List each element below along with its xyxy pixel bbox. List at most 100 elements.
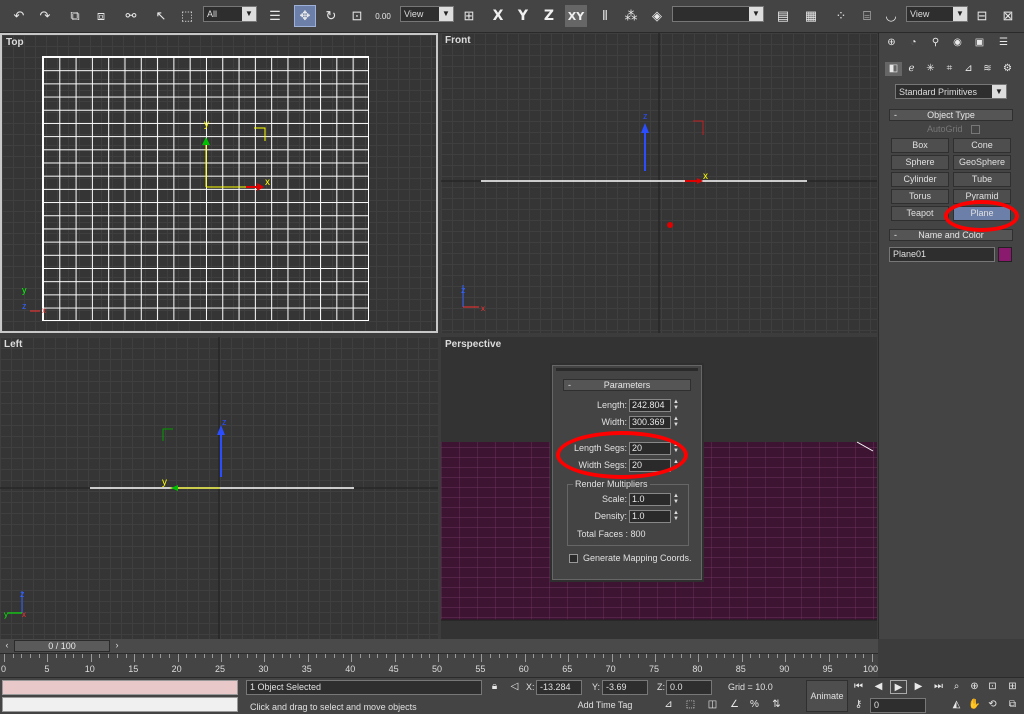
track-view-icon[interactable]: ▤ (772, 5, 794, 27)
autogrid-checkbox[interactable] (971, 125, 980, 134)
key-mode-icon[interactable]: ⚷ (850, 698, 867, 712)
play-icon[interactable]: ▶ (890, 680, 907, 694)
scale-field[interactable]: 1.0 (629, 493, 671, 506)
go-to-start-icon[interactable]: ⏮ (850, 680, 867, 694)
time-slider-bar[interactable]: ‹ 0 / 100 › (0, 639, 878, 653)
geosphere-button[interactable]: GeoSphere (953, 155, 1011, 170)
viewport-label[interactable]: Perspective (445, 339, 501, 350)
array-icon[interactable]: ⁂ (620, 5, 642, 27)
object-type-header[interactable]: - Object Type (889, 109, 1013, 121)
tube-button[interactable]: Tube (953, 172, 1011, 187)
spinner-snap-toggle-icon[interactable]: ⇅ (768, 698, 785, 712)
next-frame-icon[interactable]: › (112, 640, 122, 652)
y-coord-field[interactable]: -3.69 (602, 680, 648, 695)
category-dropdown[interactable]: Standard Primitives ▼ (895, 84, 1007, 99)
zoom-icon[interactable]: ⌕ (948, 680, 965, 694)
geometry-icon[interactable]: ◧ (885, 62, 902, 76)
hierarchy-tab-icon[interactable]: ⚲ (927, 36, 944, 50)
density-field[interactable]: 1.0 (629, 510, 671, 523)
render-type-dropdown[interactable]: View ▼ (906, 6, 968, 22)
cube-snap-icon[interactable]: ⬚ (682, 698, 699, 712)
cylinder-button[interactable]: Cylinder (891, 172, 949, 187)
torus-button[interactable]: Torus (891, 189, 949, 204)
restrict-y-button[interactable]: Y (512, 5, 534, 27)
create-tab-icon[interactable]: ⊕ (883, 36, 900, 50)
previous-key-icon[interactable]: ◀ (870, 680, 887, 694)
systems-icon[interactable]: ⚙ (999, 62, 1016, 76)
add-time-tag-button[interactable]: Add Time Tag (574, 698, 636, 713)
select-by-name-icon[interactable]: ☰ (264, 5, 286, 27)
restrict-z-button[interactable]: Z (538, 5, 560, 27)
material-editor-icon[interactable]: ⁘ (830, 5, 852, 27)
field-of-view-icon[interactable]: ◭ (948, 698, 965, 712)
angle-snap-icon[interactable]: ∠ (726, 698, 743, 712)
reference-coordinate-dropdown[interactable]: View ▼ (400, 6, 454, 22)
helpers-icon[interactable]: ⊿ (960, 62, 977, 76)
restrict-xy-button[interactable]: XY (565, 5, 587, 27)
cone-button[interactable]: Cone (953, 138, 1011, 153)
parameters-header[interactable]: - Parameters (563, 379, 691, 391)
box-button[interactable]: Box (891, 138, 949, 153)
redo-icon[interactable]: ↷ (34, 5, 56, 27)
left-viewport[interactable]: Left z y z y x (0, 337, 438, 639)
object-name-field[interactable]: Plane01 (889, 247, 995, 262)
front-viewport[interactable]: Front z x z x (441, 33, 877, 333)
generate-mapping-checkbox[interactable] (569, 554, 578, 563)
pivot-center-icon[interactable]: ⊞ (458, 5, 480, 27)
undo-icon[interactable]: ↶ (8, 5, 30, 27)
schematic-view-icon[interactable]: ▦ (800, 5, 822, 27)
select-and-link-icon[interactable]: ⧉ (64, 5, 86, 27)
top-viewport[interactable]: Top y x y z x (0, 33, 438, 333)
pan-icon[interactable]: ✋ (966, 698, 983, 712)
go-to-end-icon[interactable]: ⏭ (930, 680, 947, 694)
sphere-button[interactable]: Sphere (891, 155, 949, 170)
select-object-icon[interactable]: ↖ (150, 5, 172, 27)
length-spinner[interactable]: ▲ ▼ (672, 399, 680, 412)
time-slider-thumb[interactable]: 0 / 100 (14, 640, 110, 652)
previous-frame-icon[interactable]: ‹ (2, 640, 12, 652)
track-bar[interactable]: 0 5 10 15 20 25 30 35 40 45 50 55 60 65 70 75 80 85 90 95 10… (0, 653, 878, 677)
zoom-all-icon[interactable]: ⊕ (966, 680, 983, 694)
lights-icon[interactable]: ✳ (922, 62, 939, 76)
named-selection-dropdown[interactable]: ▼ (672, 6, 764, 22)
render-frame-icon[interactable]: ⊠ (997, 5, 1019, 27)
3d-snap-icon[interactable]: ◫ (704, 698, 721, 712)
select-and-rotate-icon[interactable]: ↻ (320, 5, 342, 27)
quick-render-icon[interactable]: ◡ (880, 5, 902, 27)
mirror-icon[interactable]: ⫴ (594, 5, 616, 27)
width-field[interactable]: 300.369 (629, 416, 671, 429)
width-spinner[interactable]: ▲ ▼ (672, 416, 680, 429)
current-frame-field[interactable]: 0 (870, 698, 926, 713)
select-and-scale-icon[interactable]: ⊡ (346, 5, 368, 27)
selection-filter-dropdown[interactable]: All ▼ (203, 6, 257, 22)
snap-spinner[interactable]: 0.00 (372, 5, 394, 27)
arc-rotate-icon[interactable]: ⟲ (984, 698, 1001, 712)
density-spinner[interactable]: ▲ ▼ (672, 510, 680, 523)
percent-snap-icon[interactable]: % (746, 698, 763, 712)
next-key-icon[interactable]: ▶ (910, 680, 927, 694)
region-select-icon[interactable]: ⬚ (176, 5, 198, 27)
motion-tab-icon[interactable]: ◉ (949, 36, 966, 50)
spinner-snap-icon[interactable]: ⊿ (660, 698, 677, 712)
length-field[interactable]: 242.804 (629, 399, 671, 412)
utilities-tab-icon[interactable]: ☰ (995, 36, 1012, 50)
lock-selection-icon[interactable]: 🔒︎ (486, 680, 503, 694)
zoom-extents-icon[interactable]: ⊡ (984, 680, 1001, 694)
modify-tab-icon[interactable]: ◔ (905, 36, 922, 50)
render-last-icon[interactable]: ⊟ (971, 5, 993, 27)
spacewarps-icon[interactable]: ≋ (979, 62, 996, 76)
min-max-toggle-icon[interactable]: ⧉ (1004, 698, 1021, 712)
bind-space-warp-icon[interactable]: ⚯ (120, 5, 142, 27)
cameras-icon[interactable]: ⌗ (941, 62, 958, 76)
z-coord-field[interactable]: 0.0 (666, 680, 712, 695)
animate-button[interactable]: Animate (806, 680, 848, 712)
x-coord-field[interactable]: -13.284 (536, 680, 582, 695)
maxscript-listener-white[interactable] (2, 697, 238, 712)
align-icon[interactable]: ◈ (646, 5, 668, 27)
scale-spinner[interactable]: ▲ ▼ (672, 493, 680, 506)
maxscript-listener-pink[interactable] (2, 680, 238, 695)
unlink-selection-icon[interactable]: ⧈ (90, 5, 112, 27)
select-and-move-icon[interactable]: ✥ (294, 5, 316, 27)
absolute-mode-icon[interactable]: ◁ (506, 680, 523, 694)
teapot-button[interactable]: Teapot (891, 206, 949, 221)
